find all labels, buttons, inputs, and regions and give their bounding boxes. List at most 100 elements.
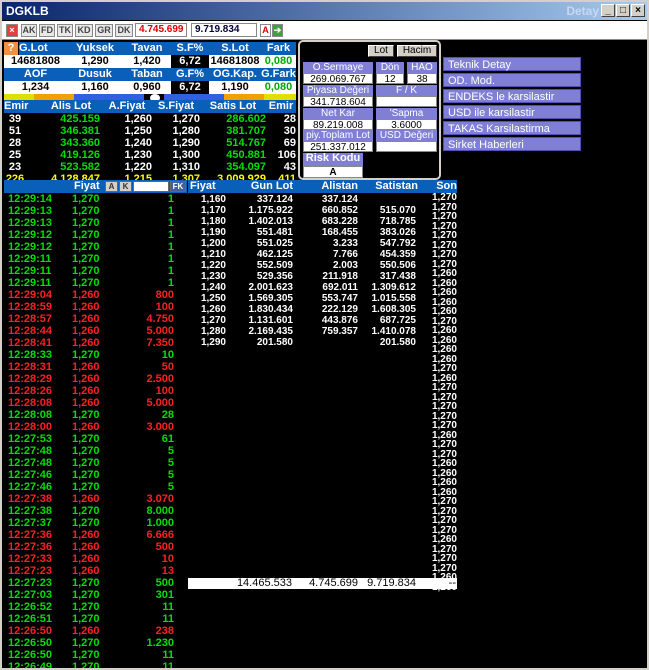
menu-item[interactable]: TAKAS Karsilastirma: [443, 121, 581, 135]
trade-row[interactable]: 12:28:00 1,260 3.000: [4, 421, 187, 433]
trade-row[interactable]: 12:28:59 1,260 100: [4, 301, 187, 313]
depth-row[interactable]: 51 346.381 1,250 1,280 381.707 30: [4, 125, 296, 137]
go-arrow-icon[interactable]: ➔: [272, 24, 283, 37]
trade-price: 1,270: [72, 193, 100, 205]
trade-row[interactable]: 12:29:04 1,260 800: [4, 289, 187, 301]
help-icon[interactable]: ?: [4, 42, 18, 55]
trade-row[interactable]: 12:29:12 1,270 1: [4, 229, 187, 241]
price-row[interactable]: 1,290 201.580 201.580: [188, 337, 457, 348]
trade-row[interactable]: 12:27:03 1,270 301: [4, 589, 187, 601]
price-row[interactable]: 1,260 1.830.434 222.129 1.608.305: [188, 304, 457, 315]
close-red-icon[interactable]: ×: [6, 24, 18, 37]
menu-item[interactable]: Sirket Haberleri: [443, 137, 581, 151]
trade-row[interactable]: 12:28:08 1,260 5.000: [4, 397, 187, 409]
trade-row[interactable]: 12:29:12 1,270 1: [4, 241, 187, 253]
trade-row[interactable]: 12:28:26 1,260 100: [4, 385, 187, 397]
trade-price: 1,270: [72, 253, 100, 265]
trade-row[interactable]: 12:27:53 1,270 61: [4, 433, 187, 445]
close-icon[interactable]: ×: [631, 4, 645, 17]
trade-row[interactable]: 12:27:23 1,270 500: [4, 577, 187, 589]
hacim-button[interactable]: Hacim: [397, 45, 437, 57]
trade-filter-a[interactable]: A: [105, 181, 118, 192]
trade-row[interactable]: 12:26:51 1,270 11: [4, 613, 187, 625]
depth-header-emir-buy: Emir: [4, 100, 40, 113]
trade-row[interactable]: 12:26:50 1,270 11: [4, 649, 187, 661]
trade-time: 12:27:33: [8, 553, 53, 565]
minimize-icon[interactable]: _: [601, 4, 615, 17]
menu-item[interactable]: Teknik Detay: [443, 57, 581, 71]
trade-time: 12:26:50: [8, 625, 53, 637]
trade-row[interactable]: 12:27:36 1,260 6.666: [4, 529, 187, 541]
trade-row[interactable]: 12:29:13 1,270 1: [4, 217, 187, 229]
trade-row[interactable]: 12:28:29 1,260 2.500: [4, 373, 187, 385]
depth-row[interactable]: 25 419.126 1,230 1,300 450.881 106: [4, 149, 296, 161]
trade-row[interactable]: 12:27:48 1,270 5: [4, 457, 187, 469]
price-cell: 454.359: [379, 249, 416, 260]
price-row[interactable]: 1,240 2.001.623 692.011 1.309.612: [188, 282, 457, 293]
trade-row[interactable]: 12:28:44 1,260 5.000: [4, 325, 187, 337]
price-row[interactable]: 1,220 552.509 2.003 550.506: [188, 260, 457, 271]
price-row[interactable]: 1,160 337.124 337.124: [188, 194, 457, 205]
depth-row[interactable]: 23 523.582 1,220 1,310 354.097 43: [4, 161, 296, 173]
price-row[interactable]: 1,210 462.125 7.766 454.359: [188, 249, 457, 260]
price-row[interactable]: 1,180 1.402.013 683.228 718.785: [188, 216, 457, 227]
price-row[interactable]: 1,280 2.169.435 759.357 1.410.078: [188, 326, 457, 337]
trade-row[interactable]: 12:27:38 1,270 8.000: [4, 505, 187, 517]
menu-item[interactable]: OD. Mod.: [443, 73, 581, 87]
alert-indicator[interactable]: A: [260, 24, 271, 37]
trade-row[interactable]: 12:27:48 1,270 5: [4, 445, 187, 457]
trade-row[interactable]: 12:26:49 1,270 11: [4, 661, 187, 668]
price-row[interactable]: 1,190 551.481 168.455 383.026: [188, 227, 457, 238]
trade-row[interactable]: 12:27:36 1,260 500: [4, 541, 187, 553]
trade-row[interactable]: 12:26:50 1,260 238: [4, 625, 187, 637]
trade-row[interactable]: 12:29:14 1,270 1: [4, 193, 187, 205]
toolbar-button-tk[interactable]: TK: [57, 24, 73, 37]
depth-cell: 25: [8, 149, 22, 161]
menu-item[interactable]: USD ile karsilastir: [443, 105, 581, 119]
price-row[interactable]: 1,170 1.175.922 660.852 515.070: [188, 205, 457, 216]
price-cell: 552.509: [256, 260, 293, 271]
trade-row[interactable]: 12:27:37 1,270 1.000: [4, 517, 187, 529]
depth-row[interactable]: 28 343.360 1,240 1,290 514.767 69: [4, 137, 296, 149]
trade-row[interactable]: 12:26:52 1,270 11: [4, 601, 187, 613]
toolbar-button-ak[interactable]: AK: [21, 24, 37, 37]
trade-lot: 11: [162, 649, 174, 661]
depth-row[interactable]: 39 425.159 1,260 1,270 286.602 28: [4, 113, 296, 125]
trade-row[interactable]: 12:29:11 1,270 1: [4, 277, 187, 289]
trade-row[interactable]: 12:27:23 1,260 13: [4, 565, 187, 577]
trade-row[interactable]: 12:27:46 1,270 5: [4, 469, 187, 481]
maximize-icon[interactable]: □: [616, 4, 630, 17]
toolbar-button-kd[interactable]: KD: [75, 24, 93, 37]
trade-row[interactable]: 12:26:50 1,270 1.230: [4, 637, 187, 649]
trade-row[interactable]: 12:28:57 1,260 4.750: [4, 313, 187, 325]
price-cell: 1,270: [200, 315, 226, 326]
title-bar[interactable]: DGKLB Detay _ □ ×: [2, 2, 647, 20]
trade-lot: 1: [167, 229, 174, 241]
trade-row[interactable]: 12:29:11 1,270 1: [4, 265, 187, 277]
trade-row[interactable]: 12:28:08 1,270 28: [4, 409, 187, 421]
lot-button[interactable]: Lot: [368, 45, 394, 57]
trade-row[interactable]: 12:28:31 1,260 50: [4, 361, 187, 373]
price-row[interactable]: 1,230 529.356 211.918 317.438: [188, 271, 457, 282]
price-row[interactable]: 1,270 1.131.601 443.876 687.725: [188, 315, 457, 326]
trade-row[interactable]: 12:29:13 1,270 1: [4, 205, 187, 217]
trade-row[interactable]: 12:28:41 1,260 7.350: [4, 337, 187, 349]
menu-item[interactable]: ENDEKS le karsilastir: [443, 89, 581, 103]
depth-cell: 1,260: [124, 113, 152, 125]
trade-row[interactable]: 12:27:38 1,260 3.070: [4, 493, 187, 505]
toolbar-button-gr[interactable]: GR: [95, 24, 113, 37]
trade-price: 1,260: [72, 553, 100, 565]
trade-row[interactable]: 12:28:33 1,270 10: [4, 349, 187, 361]
trade-price: 1,260: [72, 385, 100, 397]
toolbar-button-dk[interactable]: DK: [115, 24, 133, 37]
trade-filter-input[interactable]: [133, 181, 169, 192]
trade-row[interactable]: 12:27:33 1,260 10: [4, 553, 187, 565]
toolbar-button-fd[interactable]: FD: [39, 24, 55, 37]
trade-row[interactable]: 12:29:11 1,270 1: [4, 253, 187, 265]
trade-time: 12:26:52: [8, 601, 53, 613]
price-row[interactable]: 1,200 551.025 3.233 547.792: [188, 238, 457, 249]
trade-row[interactable]: 12:27:46 1,270 5: [4, 481, 187, 493]
trade-filter-k[interactable]: K: [119, 181, 132, 192]
trade-filter-fk[interactable]: FK: [170, 181, 186, 192]
price-row[interactable]: 1,250 1.569.305 553.747 1.015.558: [188, 293, 457, 304]
